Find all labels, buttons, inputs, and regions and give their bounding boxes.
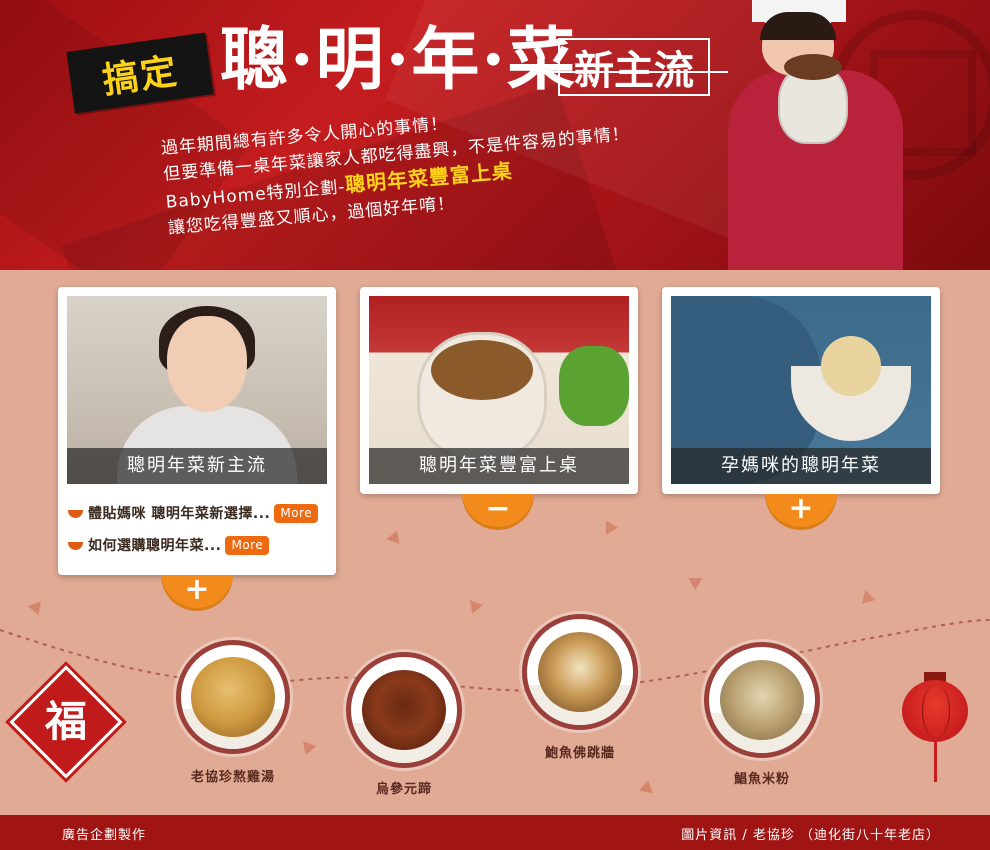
- article-link-text[interactable]: 體貼媽咪 聰明年菜新選擇...: [88, 503, 270, 523]
- footer-credit: 廣告企劃製作: [62, 828, 147, 843]
- card-smart-dishes-trend[interactable]: 聰明年菜新主流 體貼媽咪 聰明年菜新選擇... More 如何選購聰明年菜...…: [58, 287, 336, 575]
- article-link[interactable]: 體貼媽咪 聰明年菜新選擇... More: [68, 501, 330, 525]
- hero-badge: 新主流: [550, 38, 728, 96]
- fu-character: 福: [44, 697, 87, 746]
- dish-label[interactable]: 老協珍熬雞湯: [163, 766, 303, 785]
- card-links: 體貼媽咪 聰明年菜新選擇... More 如何選購聰明年菜... More: [68, 501, 330, 565]
- card-caption: 聰明年菜豐富上桌: [369, 448, 629, 484]
- hero-badge-text: 新主流: [574, 47, 694, 94]
- lantern-icon: [902, 672, 968, 782]
- pattern-fleck: [639, 778, 655, 794]
- dish-label[interactable]: 烏參元蹄: [334, 778, 474, 797]
- dish-label[interactable]: 鯧魚米粉: [692, 768, 832, 787]
- footer: 廣告企劃製作 圖片資訊 / 老協珍 （迪化街八十年老店）: [0, 815, 990, 850]
- collapse-toggle-minus-icon[interactable]: −: [462, 494, 534, 530]
- girl-holding-pot-image: [720, 0, 920, 270]
- pattern-fleck: [297, 736, 317, 756]
- dish-label[interactable]: 鮑魚佛跳牆: [510, 742, 650, 761]
- card-caption: 聰明年菜新主流: [67, 448, 327, 484]
- article-link[interactable]: 如何選購聰明年菜... More: [68, 533, 330, 557]
- article-link-text[interactable]: 如何選購聰明年菜...: [88, 535, 221, 555]
- dish-sea-cucumber-pork[interactable]: [346, 652, 462, 768]
- hero-banner: 搞定 聰·明·年·菜 新主流 過年期間總有許多令人開心的事情！ 但要準備一桌年菜…: [0, 0, 990, 270]
- pattern-fleck: [688, 571, 706, 591]
- dotted-garland: [0, 619, 990, 692]
- dish-chicken-soup[interactable]: [176, 640, 290, 754]
- hero-tag-text: 搞定: [99, 50, 181, 103]
- dish-buddha-jumps-wall[interactable]: [522, 614, 638, 730]
- expand-toggle-plus-icon[interactable]: +: [765, 494, 837, 530]
- more-button[interactable]: More: [225, 535, 270, 555]
- dish-pomfret-rice-noodles[interactable]: [704, 642, 820, 758]
- hero-title: 聰·明·年·菜: [220, 20, 578, 100]
- bowl-icon: [68, 510, 83, 518]
- pattern-fleck: [386, 527, 404, 545]
- pattern-fleck: [599, 517, 619, 535]
- card-caption: 孕媽咪的聰明年菜: [671, 448, 931, 484]
- bowl-icon: [68, 542, 83, 550]
- card-pregnant-mom-dishes[interactable]: 孕媽咪的聰明年菜: [662, 287, 940, 494]
- more-button[interactable]: More: [274, 503, 319, 523]
- footer-image-source: 圖片資訊 / 老協珍 （迪化街八十年老店）: [681, 828, 940, 843]
- card-rich-table[interactable]: 聰明年菜豐富上桌: [360, 287, 638, 494]
